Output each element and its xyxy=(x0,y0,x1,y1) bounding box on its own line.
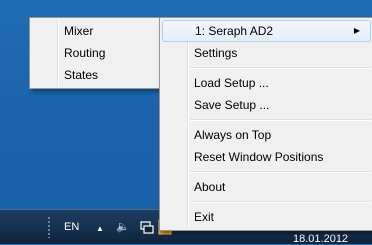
tray-grip-handle[interactable] xyxy=(47,216,51,238)
menu-item-about[interactable]: About xyxy=(162,176,371,198)
menu-item-always-on-top[interactable]: Always on Top xyxy=(162,124,371,146)
menu-item-load-setup[interactable]: Load Setup ... xyxy=(162,72,371,94)
menu-item-mixer[interactable]: Mixer xyxy=(32,20,158,42)
show-hidden-icons-icon[interactable]: ▲ xyxy=(96,223,104,235)
menu-item-routing[interactable]: Routing xyxy=(32,42,158,64)
menu-separator xyxy=(190,201,371,203)
menu-item-device-label: 1: Seraph AD2 xyxy=(195,24,274,38)
network-icon[interactable] xyxy=(140,220,154,237)
menu-item-save-setup[interactable]: Save Setup ... xyxy=(162,94,371,116)
menu-item-exit[interactable]: Exit xyxy=(162,206,371,228)
menu-separator xyxy=(190,67,371,69)
menu-item-states[interactable]: States xyxy=(32,64,158,86)
menu-item-settings[interactable]: Settings xyxy=(162,42,371,64)
menu-item-reset-window-positions[interactable]: Reset Window Positions xyxy=(162,146,371,168)
menu-separator xyxy=(190,119,371,121)
audio-context-menu-main: 1: Seraph AD2 ▶ Settings Load Setup ... … xyxy=(159,17,372,231)
clock-date[interactable]: 18.01.2012 xyxy=(293,233,348,245)
language-indicator[interactable]: EN xyxy=(64,221,79,233)
menu-separator xyxy=(190,171,371,173)
volume-icon[interactable]: 🔈 xyxy=(116,221,130,233)
menu-item-device[interactable]: 1: Seraph AD2 ▶ xyxy=(162,20,371,42)
audio-context-menu-left: Mixer Routing States xyxy=(29,17,161,89)
submenu-arrow-icon: ▶ xyxy=(353,26,360,35)
